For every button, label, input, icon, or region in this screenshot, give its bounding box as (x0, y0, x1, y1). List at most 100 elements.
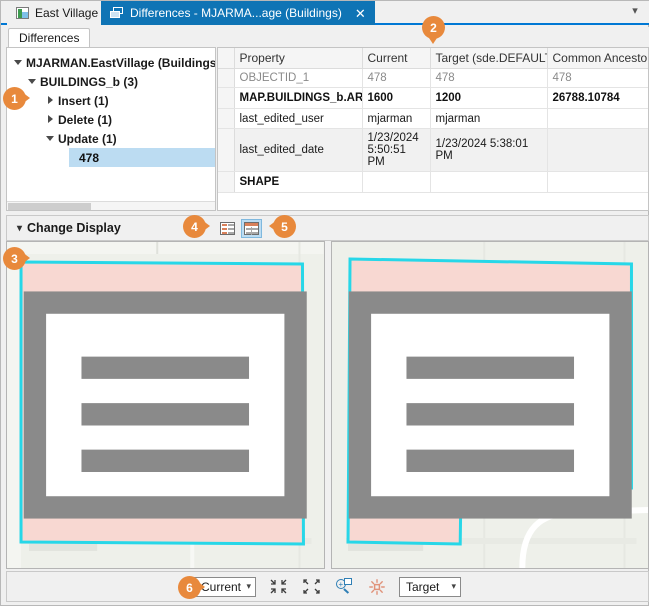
callout-number: 3 (11, 252, 18, 266)
expand-arrow-icon[interactable] (13, 56, 26, 69)
tree-item-feature-478[interactable]: 478 (69, 148, 215, 167)
cell-ancestor (547, 129, 649, 172)
cell-property: OBJECTID_1 (234, 69, 362, 88)
table-view-button[interactable] (241, 219, 262, 238)
close-icon[interactable]: ✕ (355, 7, 366, 20)
table-row[interactable]: SHAPE (218, 172, 649, 193)
left-preview-value: Current (201, 580, 241, 594)
table-row[interactable]: last_edited_user mjarman mjarman (218, 109, 649, 129)
cell-target (430, 172, 547, 193)
column-header-current[interactable]: Current (362, 48, 430, 69)
stacked-rows-view-button[interactable] (217, 219, 238, 238)
arrows-in-icon (270, 579, 287, 594)
tree-item-label: Delete (1) (58, 113, 112, 127)
differences-window: East Village Differences - MJARMA...age … (0, 0, 649, 606)
zoom-to-full-button[interactable] (300, 577, 322, 597)
tree-item-update[interactable]: Update (1) (45, 129, 117, 148)
geometry-preview-area (6, 241, 649, 569)
table-row[interactable]: last_edited_date 1/23/2024 5:50:51 PM 1/… (218, 129, 649, 172)
callout-marker-1: 1 (3, 87, 26, 110)
stacked-rows-icon (220, 222, 235, 235)
scrollbar-thumb[interactable] (8, 203, 91, 210)
arrows-out-icon (303, 579, 320, 594)
panel-tab-strip: Differences (1, 27, 649, 47)
cell-ancestor (547, 109, 649, 129)
zoom-to-extent-button[interactable] (267, 577, 289, 597)
tree-item-label: Update (1) (58, 132, 117, 146)
callout-marker-5: 5 (273, 215, 296, 238)
cell-current (362, 172, 430, 193)
flash-feature-button[interactable] (366, 577, 388, 597)
tree-item-insert[interactable]: Insert (1) (45, 91, 109, 110)
chevron-down-icon[interactable]: ▾ (451, 581, 456, 592)
row-selector[interactable] (218, 172, 234, 193)
table-grid-icon (244, 222, 259, 235)
tree-item-label: Insert (1) (58, 94, 109, 108)
row-selector[interactable] (218, 129, 234, 172)
right-preview-value: Target (406, 580, 439, 594)
row-selector[interactable] (218, 88, 234, 109)
callout-number: 4 (191, 220, 198, 234)
table-row[interactable]: MAP.BUILDINGS_b.AREA 1600 1200 26788.107… (218, 88, 649, 109)
change-display-toggle[interactable]: ▾ Change Display (17, 221, 121, 235)
column-header-target[interactable]: Target (sde.DEFAULT) (430, 48, 547, 69)
cell-ancestor: 26788.10784 (547, 88, 649, 109)
collapse-arrow-icon[interactable] (45, 94, 58, 107)
row-selector[interactable] (218, 69, 234, 88)
cell-current: mjarman (362, 109, 430, 129)
change-display-label: Change Display (27, 221, 121, 235)
cell-ancestor (547, 172, 649, 193)
differences-tree[interactable]: MJARMAN.EastVillage (Buildings) (3) BUIL… (6, 47, 216, 211)
tree-horizontal-scrollbar[interactable] (7, 201, 215, 210)
callout-number: 1 (11, 92, 18, 106)
target-geometry-preview[interactable] (331, 241, 649, 569)
basemap-attribution-icon[interactable] (7, 242, 324, 568)
callout-number: 5 (281, 220, 288, 234)
column-header-property[interactable]: Property (234, 48, 362, 69)
table-header-row: Property Current Target (sde.DEFAULT) Co… (218, 48, 649, 69)
cell-current: 1/23/2024 5:50:51 PM (362, 129, 430, 172)
tree-item-dataset[interactable]: MJARMAN.EastVillage (Buildings) (3) (13, 53, 216, 72)
cell-current: 478 (362, 69, 430, 88)
cell-property: SHAPE (234, 172, 362, 193)
cell-target: mjarman (430, 109, 547, 129)
callout-number: 2 (430, 21, 437, 35)
cell-target: 1200 (430, 88, 547, 109)
column-header-select[interactable] (218, 48, 234, 69)
expand-arrow-icon[interactable] (27, 75, 40, 88)
callout-marker-6: 6 (178, 576, 201, 599)
callout-marker-4: 4 (183, 215, 206, 238)
change-display-bar: ▾ Change Display (6, 215, 649, 241)
right-preview-select[interactable]: Target ▾ (399, 577, 461, 597)
tree-item-delete[interactable]: Delete (1) (45, 110, 112, 129)
tab-label: Differences (19, 31, 79, 45)
magnifier-selection-icon: + (336, 579, 352, 594)
chevron-down-icon[interactable]: ▾ (630, 6, 640, 16)
basemap-attribution-icon[interactable] (332, 242, 649, 568)
zoom-to-selection-button[interactable]: + (333, 577, 355, 597)
chevron-down-icon[interactable]: ▾ (17, 223, 22, 234)
table-row[interactable]: OBJECTID_1 478 478 478 (218, 69, 649, 88)
callout-marker-3: 3 (3, 247, 26, 270)
tree-item-label: 478 (79, 151, 99, 165)
cell-property: last_edited_date (234, 129, 362, 172)
cell-current: 1600 (362, 88, 430, 109)
cell-ancestor: 478 (547, 69, 649, 88)
expand-arrow-icon[interactable] (45, 132, 58, 145)
row-selector[interactable] (218, 109, 234, 129)
chevron-down-icon[interactable]: ▾ (246, 581, 251, 592)
current-geometry-preview[interactable] (6, 241, 325, 569)
tab-differences[interactable]: Differences (8, 28, 90, 47)
view-tab-label: Differences - MJARMA...age (Buildings) (130, 6, 342, 20)
differences-table[interactable]: Property Current Target (sde.DEFAULT) Co… (217, 47, 649, 211)
flash-sun-icon (369, 579, 385, 595)
cell-target: 478 (430, 69, 547, 88)
cell-property: MAP.BUILDINGS_b.AREA (234, 88, 362, 109)
preview-toolbar: Current ▾ (6, 571, 649, 602)
view-tab-east-village[interactable]: East Village (7, 1, 107, 25)
callout-marker-2: 2 (422, 16, 445, 39)
view-tab-differences[interactable]: Differences - MJARMA...age (Buildings) ✕ (101, 1, 375, 25)
column-header-common-ancestor[interactable]: Common Ancestor (547, 48, 649, 69)
collapse-arrow-icon[interactable] (45, 113, 58, 126)
tree-item-buildings[interactable]: BUILDINGS_b (3) (27, 72, 138, 91)
